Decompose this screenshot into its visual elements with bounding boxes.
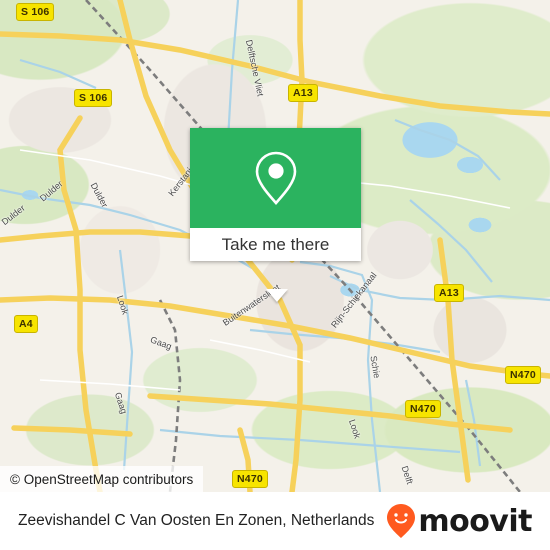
highway-shield: N470 bbox=[505, 366, 541, 384]
map-attribution[interactable]: © OpenStreetMap contributors bbox=[0, 466, 204, 492]
map-canvas[interactable]: Delftsche Vliet Kerstanje Dulder Dulder … bbox=[0, 0, 550, 492]
moovit-wordmark: moovit bbox=[418, 503, 532, 539]
map-page: Delftsche Vliet Kerstanje Dulder Dulder … bbox=[0, 0, 550, 550]
popup-header bbox=[190, 128, 361, 228]
highway-shield: A13 bbox=[434, 284, 464, 302]
map-pin-icon bbox=[255, 151, 296, 206]
popup-pointer-tail bbox=[266, 289, 288, 302]
moovit-smiley-pin-icon bbox=[387, 504, 416, 538]
moovit-logo[interactable]: moovit bbox=[386, 503, 532, 539]
highway-shield: S 106 bbox=[74, 89, 113, 107]
highway-shield: N470 bbox=[232, 470, 268, 488]
take-me-there-label: Take me there bbox=[221, 234, 330, 254]
footer-bar: Zeevishandel C Van Oosten En Zonen, Neth… bbox=[0, 492, 550, 550]
highway-shield: A13 bbox=[288, 84, 318, 102]
place-title: Zeevishandel C Van Oosten En Zonen, Neth… bbox=[18, 512, 375, 529]
attribution-text: © OpenStreetMap contributors bbox=[10, 471, 194, 487]
take-me-there-button[interactable]: Take me there bbox=[190, 228, 361, 261]
highway-shield: S 106 bbox=[16, 3, 55, 21]
location-popup-card[interactable]: Take me there bbox=[190, 128, 361, 302]
highway-shield: A4 bbox=[14, 315, 38, 333]
highway-shield: N470 bbox=[405, 400, 441, 418]
